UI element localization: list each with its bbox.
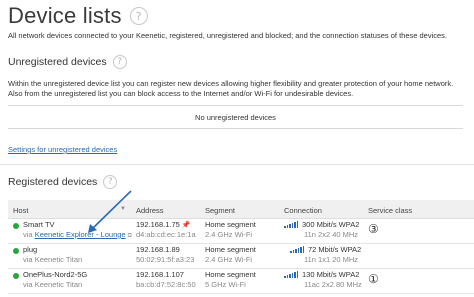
device-mac: 50:02:91:5f:a3:23 [136, 255, 195, 264]
table-row[interactable]: plug via Keenetic Titan 192.168.1.89 50:… [8, 244, 474, 269]
online-dot-icon [13, 273, 19, 279]
via-prefix: via [23, 280, 33, 289]
host-via: via Keenetic Explorer - Lounge ⧉ [23, 230, 132, 240]
connection-speed: 300 Mbit/s WPA2 [284, 220, 359, 229]
connection-mode: 11ac 2x2 80 MHz [304, 280, 362, 289]
column-host[interactable]: Host [13, 206, 28, 215]
table-row[interactable]: Smart TV via Keenetic Explorer - Lounge ⧉… [8, 219, 474, 244]
pin-icon: 📌 [181, 222, 191, 229]
speed-value: 130 Mbit/s WPA2 [302, 270, 360, 279]
segment-band: 2.4 GHz Wi-Fi [205, 230, 253, 239]
host-name[interactable]: plug [23, 245, 37, 254]
question-circle-icon[interactable]: ? [129, 7, 148, 25]
question-circle-icon[interactable]: ? [103, 175, 118, 189]
device-ip: 192.168.1.89 [136, 245, 180, 254]
host-via: via Keenetic Titan [23, 280, 82, 289]
speed-value: 300 Mbit/s WPA2 [302, 220, 360, 229]
ip-value: 192.168.1.75 [136, 220, 180, 229]
device-ip: 192.168.1.107 [136, 270, 184, 279]
empty-state-text: No unregistered devices [195, 112, 276, 122]
registered-section-title: Registered devices ? [8, 175, 118, 189]
section-divider [0, 164, 474, 165]
registered-title: Registered devices [8, 176, 98, 188]
connection-mode: 11n 2x2 40 MHz [304, 230, 359, 239]
service-class-badge[interactable]: ① [368, 272, 379, 286]
segment-band: 5 GHz Wi-Fi [205, 280, 246, 289]
unregistered-section-title: Unregistered devices ? [8, 55, 127, 69]
segment-band: 2.4 GHz Wi-Fi [205, 255, 253, 264]
host-name[interactable]: Smart TV [23, 220, 55, 229]
column-segment[interactable]: Segment [205, 206, 235, 215]
connection-speed: 72 Mbit/s WPA2 [290, 245, 361, 254]
host-name[interactable]: OnePlus-Nord2-5G [23, 270, 87, 279]
wifi-signal-icon [284, 221, 298, 228]
via-name: Keenetic Titan [34, 255, 83, 264]
page-title-row: Device lists ? [8, 3, 148, 28]
online-dot-icon [13, 223, 19, 229]
unregistered-empty-state: No unregistered devices [8, 105, 463, 129]
segment-name: Home segment [205, 220, 256, 229]
column-connection[interactable]: Connection [284, 206, 322, 215]
segment-name: Home segment [205, 245, 256, 254]
service-class-badge[interactable]: ③ [368, 222, 379, 236]
speed-value: 72 Mbit/s WPA2 [308, 245, 362, 254]
via-name: Keenetic Titan [34, 280, 83, 289]
device-mac: ba:cb:d7:52:8c:50 [136, 280, 196, 289]
unregistered-description: Within the unregistered device list you … [8, 79, 454, 98]
segment-name: Home segment [205, 270, 256, 279]
table-header: Host ▼ Address Segment Connection Servic… [8, 200, 474, 219]
connection-speed: 130 Mbit/s WPA2 [284, 270, 359, 279]
sort-desc-icon[interactable]: ▼ [120, 206, 126, 212]
unregistered-title: Unregistered devices [8, 56, 107, 68]
via-prefix: via [23, 255, 33, 264]
table-row[interactable]: OnePlus-Nord2-5G via Keenetic Titan 192.… [8, 269, 474, 294]
external-link-icon[interactable]: ⧉ [128, 233, 132, 239]
device-mac: d4:ab:cd:ec:1e:1a [136, 230, 196, 239]
column-address[interactable]: Address [136, 206, 164, 215]
registered-devices-table: Host ▼ Address Segment Connection Servic… [8, 200, 474, 294]
via-link[interactable]: Keenetic Explorer - Lounge [35, 230, 126, 239]
unregistered-settings-link[interactable]: Settings for unregistered devices [8, 145, 117, 154]
online-dot-icon [13, 248, 19, 254]
host-via: via Keenetic Titan [23, 255, 82, 264]
via-prefix: via [23, 230, 33, 239]
question-circle-icon[interactable]: ? [112, 55, 127, 69]
wifi-signal-icon [290, 246, 304, 253]
page-title: Device lists [8, 3, 122, 28]
connection-mode: 11n 1x1 20 MHz [304, 255, 359, 264]
wifi-signal-icon [284, 271, 298, 278]
column-service-class[interactable]: Service class [368, 206, 412, 215]
device-ip: 192.168.1.75 📌 [136, 220, 191, 229]
page-description: All network devices connected to your Ke… [8, 31, 448, 40]
